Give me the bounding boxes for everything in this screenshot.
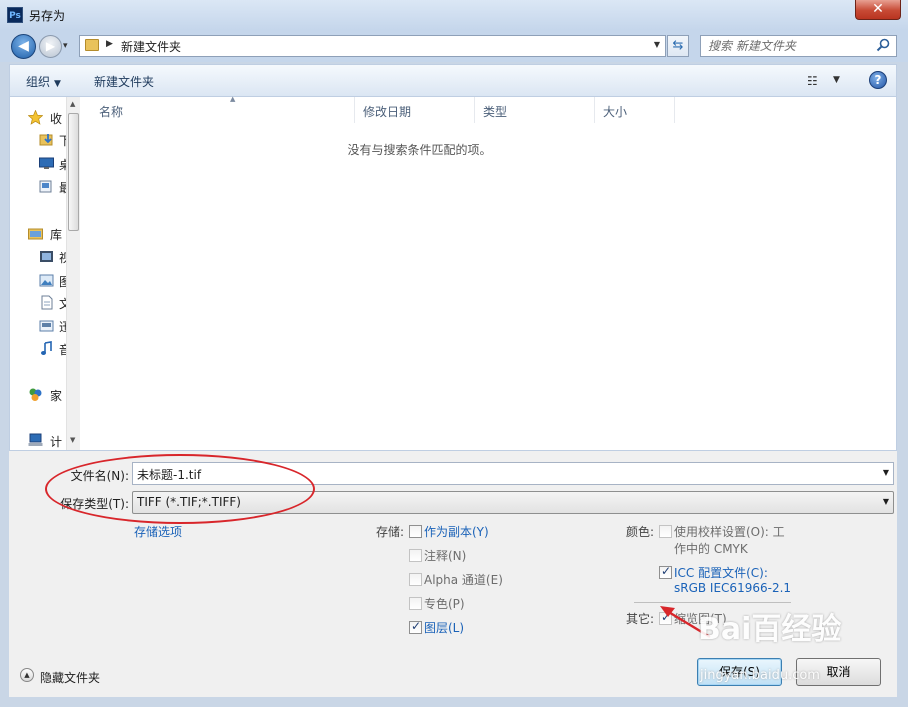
nav-item-label: 视 [59, 251, 66, 265]
arrow-left-icon: ◀ [18, 38, 29, 54]
checkbox-alpha-channels[interactable] [409, 573, 422, 586]
downloads-icon [39, 134, 53, 146]
scroll-down-icon[interactable]: ▼ [70, 436, 75, 444]
checkbox-icc-profile[interactable] [659, 564, 672, 579]
nav-group-label: 库 [50, 228, 63, 242]
organize-menu[interactable]: 组织 ▼ [26, 73, 61, 90]
save-options-panel: 文件名(N): 未标题-1.tif ▼ 保存类型(T): TIFF (*.TIF… [9, 451, 897, 697]
save-group-label: 存储: [375, 525, 404, 539]
nav-group-label: 家 [50, 389, 63, 403]
column-header-size[interactable]: 大小 [595, 97, 675, 123]
checkbox-label-alpha-channels[interactable]: Alpha 通道(E) [424, 571, 503, 588]
desktop-icon [39, 157, 54, 169]
title-bar: Ps 另存为 ✕ [0, 0, 908, 30]
column-header-label: 类型 [483, 105, 508, 119]
command-toolbar: 组织 ▼ 新建文件夹 ☷ ▼ ? [9, 64, 897, 96]
video-icon [40, 251, 53, 262]
refresh-button[interactable]: ⇆ [667, 35, 689, 57]
nav-item-label: 迅 [59, 320, 66, 334]
breadcrumb-current-folder[interactable]: 新建文件夹 [121, 38, 181, 55]
back-button[interactable]: ◀ [11, 34, 36, 59]
navigation-pane: 收 下 桌 最 库 视 图 文 迅 音 家 计 [10, 97, 66, 450]
column-header-label: 名称 [99, 105, 124, 119]
breadcrumb-chevron-icon[interactable]: ▶ [106, 39, 113, 49]
search-input[interactable] [701, 36, 871, 56]
address-bar[interactable]: ▶ 新建文件夹 ▼ [79, 35, 666, 57]
search-icon[interactable] [876, 38, 890, 52]
checkbox-annotations[interactable] [409, 549, 422, 562]
thunder-icon [39, 320, 54, 332]
nav-item-label: 最 [59, 181, 66, 195]
view-dropdown-icon[interactable]: ▼ [833, 75, 840, 85]
column-header-date[interactable]: 修改日期 [355, 97, 475, 123]
chevron-down-icon: ▼ [54, 79, 61, 89]
checkbox-as-copy[interactable] [409, 525, 422, 538]
history-dropdown-icon[interactable]: ▾ [63, 41, 68, 51]
refresh-icon: ⇆ [672, 38, 684, 53]
star-icon [28, 110, 43, 125]
view-options-icon[interactable]: ☷ [807, 74, 818, 88]
checkbox-label-spot-colors[interactable]: 专色(P) [424, 595, 465, 612]
nav-group-label: 计 [50, 435, 63, 449]
scrollbar-thumb[interactable] [68, 113, 79, 231]
file-list: ▲ 名称 修改日期 类型 大小 没有与搜索条件匹配的项。 [81, 95, 896, 450]
column-header-label: 大小 [603, 105, 628, 119]
checkbox-spot-colors[interactable] [409, 597, 422, 610]
document-icon [41, 295, 53, 310]
hide-folders-toggle[interactable]: 隐藏文件夹 [40, 669, 100, 686]
column-header-label: 修改日期 [363, 105, 412, 119]
nav-item-label: 图 [59, 275, 66, 289]
close-icon: ✕ [872, 1, 884, 17]
computer-icon [28, 433, 43, 446]
save-options-link[interactable]: 存储选项 [134, 523, 182, 540]
new-folder-button[interactable]: 新建文件夹 [94, 73, 154, 90]
column-header-name[interactable]: ▲ 名称 [91, 95, 355, 123]
browser-pane: 收 下 桌 最 库 视 图 文 迅 音 家 计 ▲ ▼ ▲ 名称 修改日期 类型… [9, 95, 897, 451]
navigation-scrollbar[interactable]: ▲ ▼ [66, 97, 80, 450]
checkbox-label-as-copy[interactable]: 作为副本(Y) [424, 523, 489, 540]
checkbox-label-proof-line1[interactable]: 使用校样设置(O): 工 [674, 523, 785, 540]
collapse-arrow-icon[interactable]: ▲ [20, 668, 34, 682]
checkbox-label-proof-line2: 作中的 CMYK [674, 542, 748, 556]
forward-button[interactable]: ▶ [39, 35, 62, 58]
checkbox-label-layers[interactable]: 图层(L) [424, 619, 464, 636]
checkbox-use-proof-setup[interactable] [659, 525, 672, 538]
nav-item-label: 文 [59, 297, 66, 311]
other-group-label: 其它: [625, 612, 654, 626]
search-box[interactable] [700, 35, 897, 57]
filetype-dropdown-icon[interactable]: ▼ [883, 497, 889, 506]
picture-icon [39, 274, 54, 287]
close-button[interactable]: ✕ [855, 0, 901, 20]
help-icon[interactable]: ? [869, 71, 887, 89]
window-title: 另存为 [29, 9, 66, 23]
checkbox-label-icc-line1[interactable]: ICC 配置文件(C): [674, 564, 768, 581]
nav-group-label: 收 [50, 112, 63, 126]
organize-label: 组织 [26, 75, 51, 89]
annotation-ellipse [45, 454, 315, 524]
nav-item-label: 桌 [59, 158, 66, 172]
photoshop-app-icon: Ps [7, 7, 23, 23]
nav-item-label: 下 [59, 134, 66, 148]
address-dropdown-icon[interactable]: ▼ [654, 40, 660, 49]
checkbox-layers[interactable] [409, 619, 422, 634]
filename-dropdown-icon[interactable]: ▼ [883, 468, 889, 477]
folder-icon [85, 39, 99, 51]
arrow-right-icon: ▶ [45, 39, 56, 53]
music-icon [41, 341, 52, 355]
color-group-label: 颜色: [625, 525, 654, 539]
watermark-url: jingyan.baidu.com [700, 668, 820, 683]
empty-list-message: 没有与搜索条件匹配的项。 [347, 143, 492, 157]
watermark-logo: Bai百经验 [698, 612, 842, 647]
nav-item-label: 音 [59, 343, 66, 357]
library-icon [28, 228, 43, 240]
scroll-up-icon[interactable]: ▲ [70, 100, 75, 108]
homegroup-icon [29, 388, 42, 401]
sort-ascending-icon: ▲ [230, 95, 236, 103]
column-header-type[interactable]: 类型 [475, 97, 595, 123]
checkbox-label-annotations[interactable]: 注释(N) [424, 547, 466, 564]
recent-icon [39, 180, 52, 193]
